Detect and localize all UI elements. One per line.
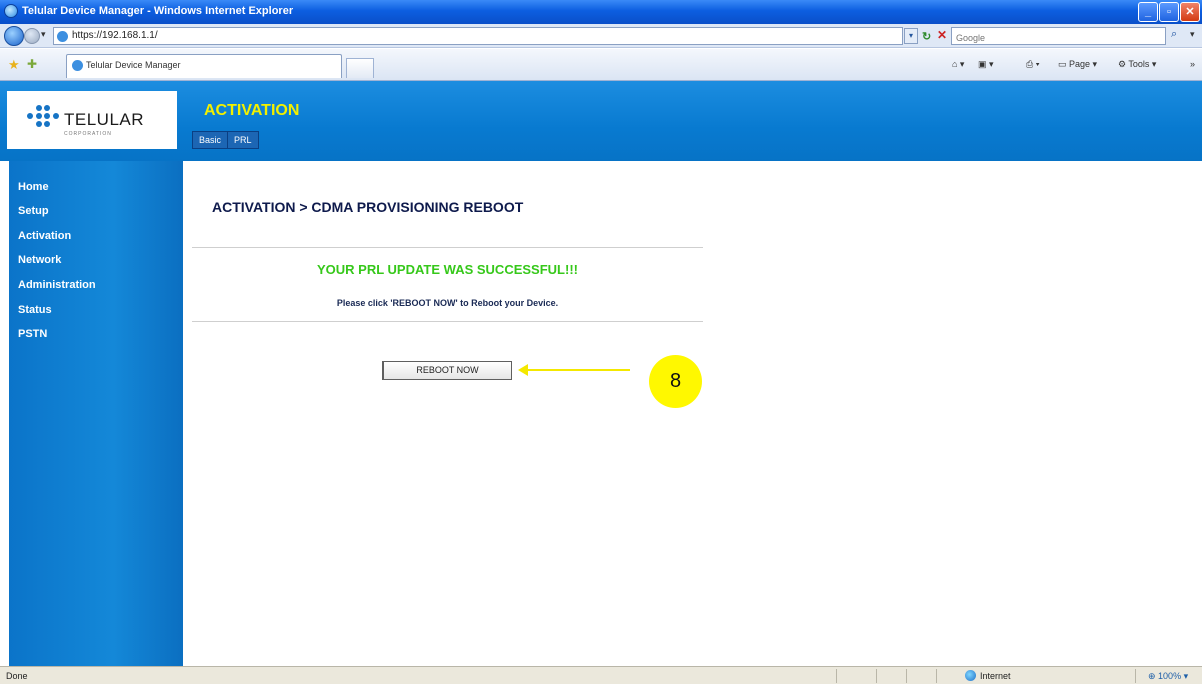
search-field[interactable] (951, 27, 1166, 46)
security-zone: Internet (980, 671, 1011, 681)
back-icon[interactable] (4, 26, 24, 46)
success-message: YOUR PRL UPDATE WAS SUCCESSFUL!!! (317, 262, 578, 277)
subtabs: Basic PRL (192, 131, 259, 149)
status-text: Done (6, 671, 28, 681)
tools-menu[interactable]: ⚙ Tools ▾ (1118, 59, 1156, 70)
status-divider (1135, 669, 1136, 683)
add-favorite-icon[interactable]: ✚ (27, 57, 37, 71)
close-icon[interactable]: ✕ (1180, 2, 1200, 22)
address-field[interactable]: https://192.168.1.1/ (53, 27, 903, 45)
status-divider (906, 669, 907, 683)
search-options-icon[interactable]: ▾ (1190, 29, 1195, 40)
sidebar-item-activation[interactable]: Activation (18, 230, 71, 242)
sidebar-item-home[interactable]: Home (18, 181, 49, 193)
section-title: ACTIVATION (204, 102, 300, 119)
tab-telular-device-manager[interactable]: Telular Device Manager (66, 54, 342, 78)
favorites-star-icon[interactable]: ★ (8, 57, 20, 73)
address-toolbar: ▾ https://192.168.1.1/ ▾ ↻ ✕ ⌕ ▾ (0, 24, 1202, 48)
sidebar-item-network[interactable]: Network (18, 254, 61, 266)
logo-dots-icon (27, 105, 59, 127)
status-bar: Done Internet ⊕ 100% ▾ (0, 666, 1202, 684)
reboot-instruction: Please click 'REBOOT NOW' to Reboot your… (336, 298, 559, 308)
print-icon[interactable]: ⎙ ▾ (1026, 59, 1039, 70)
internet-zone-icon (965, 670, 976, 681)
subtab-basic[interactable]: Basic (193, 132, 229, 148)
tab-page-icon (72, 60, 83, 71)
window-titlebar: Telular Device Manager - Windows Interne… (0, 0, 1202, 24)
telular-logo: TELULAR CORPORATION (7, 91, 177, 149)
step-callout: 8 (649, 355, 702, 408)
window-title: Telular Device Manager - Windows Interne… (22, 5, 294, 17)
url-text[interactable]: https://192.168.1.1/ (72, 30, 158, 41)
maximize-icon[interactable]: ▫ (1159, 2, 1179, 22)
forward-icon[interactable] (24, 28, 40, 44)
callout-arrow-line (526, 369, 630, 371)
sidebar: Home Setup Activation Network Administra… (9, 161, 183, 666)
minimize-icon[interactable]: _ (1138, 2, 1158, 22)
refresh-icon[interactable]: ↻ (922, 30, 931, 43)
home-icon[interactable]: ⌂ ▾ (952, 59, 964, 70)
divider-top (192, 247, 703, 248)
sidebar-item-setup[interactable]: Setup (18, 205, 49, 217)
search-input[interactable] (952, 30, 1165, 46)
zoom-value: 100% (1158, 671, 1182, 681)
sidebar-item-pstn[interactable]: PSTN (18, 328, 47, 340)
subtab-prl[interactable]: PRL (228, 132, 258, 148)
status-divider (936, 669, 937, 683)
tools-menu-label: Tools (1128, 59, 1150, 69)
logo-subtext: CORPORATION (64, 131, 112, 137)
divider-bottom (192, 321, 703, 322)
logo-text: TELULAR (64, 110, 145, 129)
page-header: TELULAR CORPORATION ACTIVATION Basic PRL (0, 81, 1202, 161)
status-divider (836, 669, 837, 683)
address-dropdown-icon[interactable]: ▾ (904, 28, 918, 44)
ie-icon (4, 4, 18, 18)
tab-label: Telular Device Manager (86, 60, 181, 70)
history-dropdown-icon[interactable]: ▾ (41, 29, 46, 40)
status-divider (876, 669, 877, 683)
page-menu-label: Page (1069, 59, 1091, 69)
page-icon (57, 31, 68, 42)
search-icon[interactable]: ⌕ (1171, 28, 1177, 41)
new-tab-button[interactable] (346, 58, 374, 78)
zoom-level[interactable]: ⊕ 100% ▾ (1148, 671, 1188, 682)
sidebar-item-status[interactable]: Status (18, 304, 52, 316)
chevron-more-icon[interactable]: » (1190, 59, 1195, 69)
sidebar-item-administration[interactable]: Administration (18, 279, 96, 291)
reboot-now-button[interactable]: REBOOT NOW (382, 361, 512, 380)
feeds-icon[interactable]: ▣ ▾ (978, 59, 994, 70)
page-menu[interactable]: ▭ Page ▾ (1058, 59, 1097, 70)
page-title: ACTIVATION > CDMA PROVISIONING REBOOT (212, 199, 524, 215)
tab-bar: ★ ✚ Telular Device Manager ⌂ ▾ ▣ ▾ ⎙ ▾ ▭… (0, 49, 1202, 81)
stop-icon[interactable]: ✕ (937, 28, 947, 42)
